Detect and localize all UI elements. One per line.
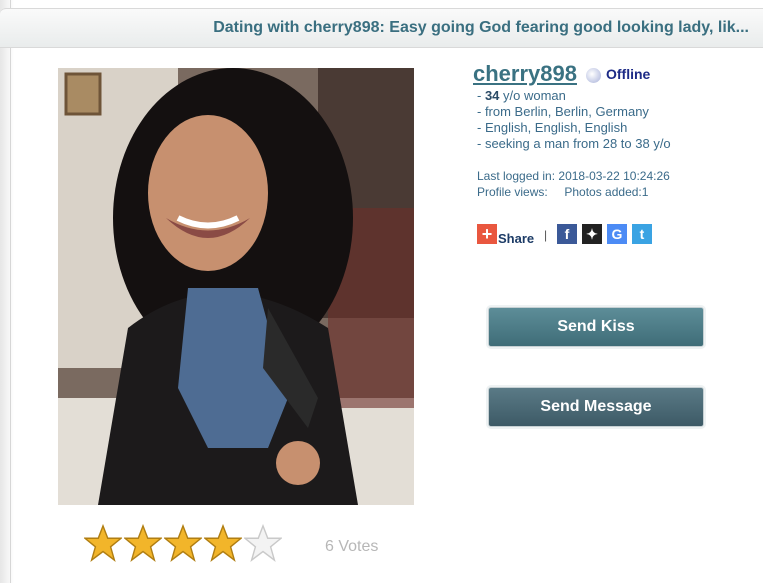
seeking-line: - seeking a man from 28 to 38 y/o (477, 136, 671, 151)
star-icon-4[interactable] (204, 524, 242, 562)
age-prefix: - (477, 88, 485, 103)
twitter-icon[interactable]: t (632, 224, 652, 244)
votes-count: 6 Votes (325, 538, 379, 555)
age-value: 34 (484, 88, 500, 103)
share-plus-icon[interactable]: + (477, 224, 497, 244)
send-message-button[interactable]: Send Message (488, 387, 704, 427)
profile-meta: Last logged in: 2018-03-22 10:24:26 Prof… (477, 168, 670, 200)
status-icon (586, 68, 601, 83)
profile-info: - 34 y/o woman - from Berlin, Berlin, Ge… (477, 88, 671, 152)
age-suffix: y/o woman (499, 88, 566, 103)
page-title: Dating with cherry898: Easy going God fe… (213, 19, 749, 36)
status-text: Offline (606, 66, 651, 82)
username-link[interactable]: cherry898 (473, 61, 577, 87)
send-kiss-button[interactable]: Send Kiss (488, 307, 704, 347)
photos-added-label: Photos added:1 (564, 185, 649, 199)
profile-views-label: Profile views: (477, 185, 548, 199)
last-logged-line: Last logged in: 2018-03-22 10:24:26 (477, 169, 670, 183)
profile-photo-image (58, 68, 414, 505)
share-separator: | (544, 228, 548, 242)
myspace-icon[interactable]: ✦ (582, 224, 602, 244)
google-icon[interactable]: G (607, 224, 627, 244)
profile-photo[interactable] (58, 68, 414, 505)
star-icon-1[interactable] (84, 524, 122, 562)
stats-line: Profile views: Photos added:1 (477, 184, 670, 200)
location-line: - from Berlin, Berlin, Germany (477, 104, 649, 119)
title-bar: Dating with cherry898: Easy going God fe… (0, 8, 763, 48)
share-bar: + Share | f ✦ G t (477, 224, 657, 246)
star-icon-5[interactable] (244, 524, 282, 562)
age-line: - 34 y/o woman (477, 88, 671, 104)
star-icon-2[interactable] (124, 524, 162, 562)
share-label[interactable]: Share (498, 231, 534, 246)
star-icon-3[interactable] (164, 524, 202, 562)
languages-line: - English, English, English (477, 120, 628, 135)
facebook-icon[interactable]: f (557, 224, 577, 244)
